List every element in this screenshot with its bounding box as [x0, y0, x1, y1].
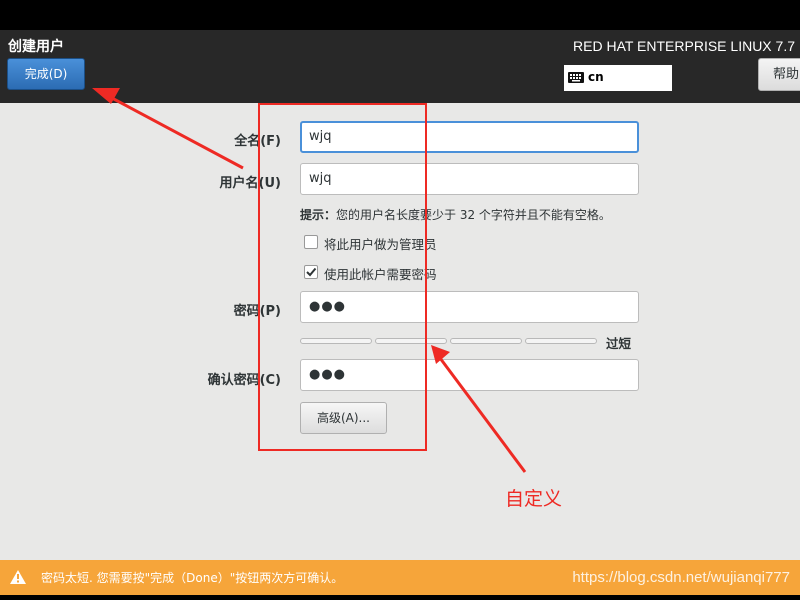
password-strength-label: 过短	[606, 336, 632, 351]
annotation-highlight-box	[258, 103, 427, 451]
warning-message: 密码太短. 您需要按"完成（Done）"按钮两次方可确认。	[41, 571, 344, 585]
keyboard-icon	[568, 72, 584, 86]
done-button[interactable]: 完成(D)	[7, 58, 85, 90]
bottom-strip	[0, 595, 800, 600]
product-name: RED HAT ENTERPRISE LINUX 7.7	[573, 38, 795, 54]
annotation-label: 自定义	[505, 488, 563, 510]
strength-segment	[525, 338, 597, 344]
watermark: https://blog.csdn.net/wujianqi777	[572, 569, 790, 586]
warning-icon	[10, 569, 26, 588]
strength-segment	[450, 338, 522, 344]
keyboard-layout-indicator[interactable]: cn	[564, 65, 672, 91]
keyboard-layout-label: cn	[588, 70, 604, 84]
page-title: 创建用户	[8, 39, 64, 55]
help-button[interactable]: 帮助	[758, 58, 800, 91]
header-bar: 创建用户 完成(D) RED HAT ENTERPRISE LINUX 7.7 …	[0, 0, 800, 103]
